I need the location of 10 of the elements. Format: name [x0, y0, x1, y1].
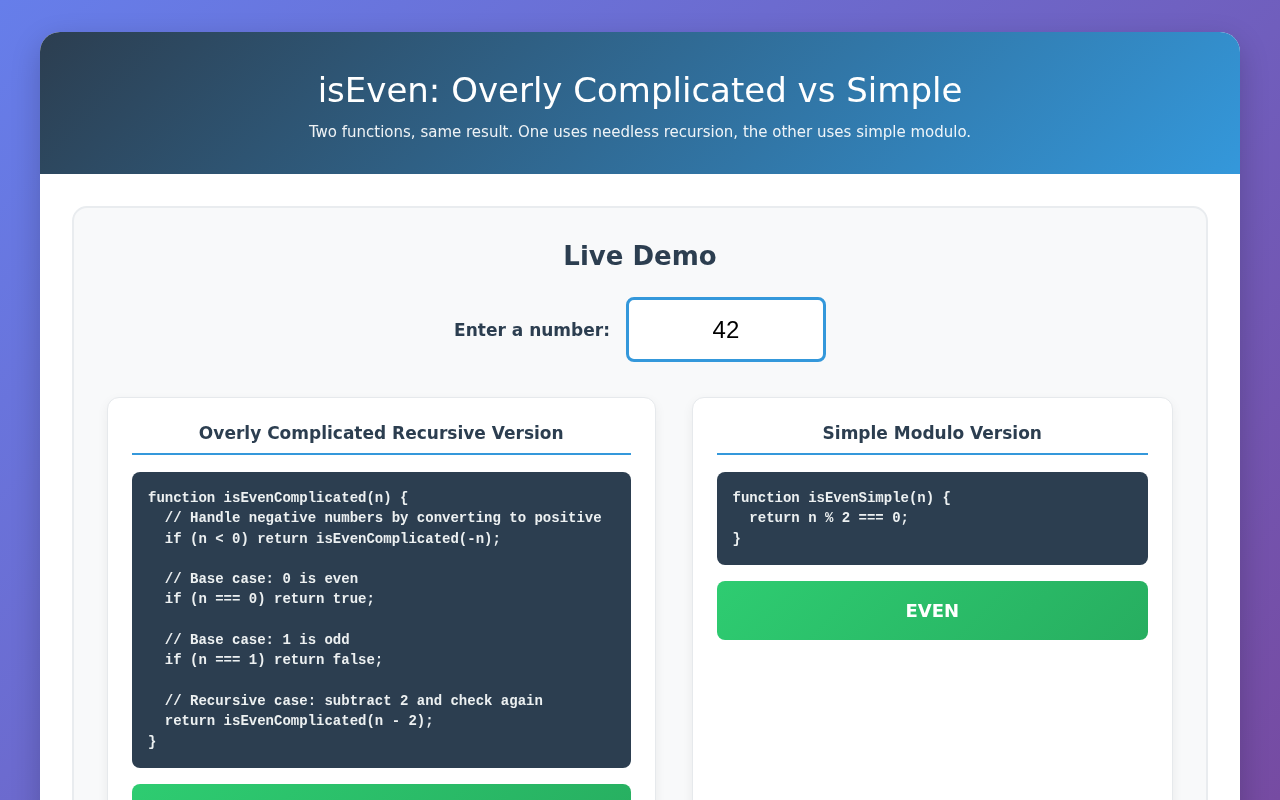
code-block: function isEvenSimple(n) { return n % 2 === 0; } — [716, 472, 1148, 565]
code-block: function isEvenComplicated(n) { // Handle negative numbers by converting to positive if (n < 0) return isEvenComplicated(-n); // Base case: 0 is even if (n === 0) return true; // Base case: 1 is odd if (n === 1) return false; // Recursive case: subtract 2 and check again return isEvenComplicated(n - 2); } — [132, 472, 631, 768]
number-label: Enter a number: — [454, 319, 610, 340]
page-subtitle: Two functions, same result. One uses needless recursion, the other uses simple modulo. — [307, 122, 973, 142]
card-heading: Simple Modulo Version — [716, 422, 1148, 455]
card-heading: Overly Complicated Recursive Version — [132, 422, 631, 455]
result-banner: EVEN — [716, 580, 1148, 640]
number-input[interactable]: 42 — [625, 297, 826, 362]
page-title: isEven: Overly Complicated vs Simple — [316, 70, 964, 111]
demo-heading: Live Demo — [562, 241, 718, 272]
